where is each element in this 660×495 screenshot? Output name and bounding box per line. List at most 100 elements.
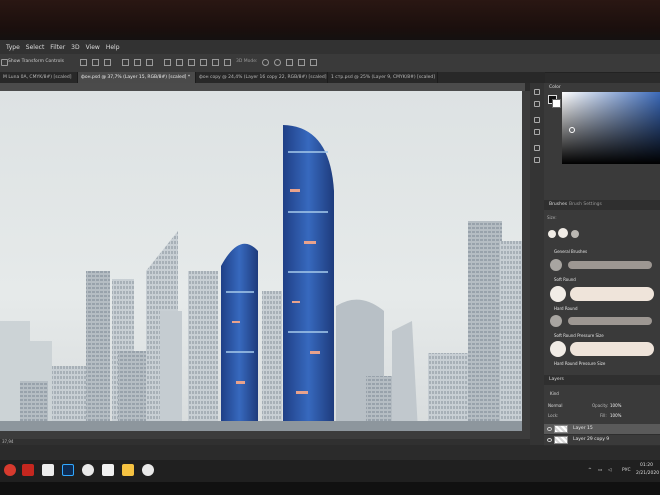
properties-icon[interactable]	[534, 101, 540, 107]
language-indicator[interactable]: РУС	[622, 468, 631, 473]
distribute-left-icon[interactable]	[200, 59, 207, 66]
menu-3d[interactable]: 3D	[71, 44, 79, 51]
history-icon[interactable]	[534, 89, 540, 95]
background-swatch[interactable]	[552, 99, 561, 108]
lock-label: Lock:	[548, 413, 559, 418]
file-explorer-icon[interactable]	[122, 464, 134, 476]
paragraph-icon[interactable]	[534, 157, 540, 163]
horizontal-scrollbar[interactable]	[0, 431, 530, 439]
styles-icon[interactable]	[534, 129, 540, 135]
clock-date[interactable]: 2/21/2020	[636, 471, 659, 476]
windows-taskbar: ^ ▭ ◁ РУС 01:20 2/21/2020	[0, 460, 660, 482]
blend-mode-select[interactable]: Normal	[548, 403, 562, 408]
layers-panel-header: Layers	[544, 375, 660, 385]
3d-slide-icon[interactable]	[298, 59, 305, 66]
align-middle-icon[interactable]	[92, 59, 99, 66]
menu-type[interactable]: Type	[6, 44, 20, 51]
3d-rotate-icon[interactable]	[262, 59, 269, 66]
fill-label: Fill:	[600, 413, 607, 418]
visibility-eye-icon[interactable]	[547, 427, 552, 431]
align-left-icon[interactable]	[122, 59, 129, 66]
menu-select[interactable]: Select	[26, 44, 45, 51]
hard-round-pressure-tip[interactable]	[550, 341, 566, 357]
tab-fon-copy[interactable]: фон copy @ 24,4% (Layer 16 copy 22, RGB/…	[196, 72, 328, 83]
fill-value[interactable]: 100%	[610, 413, 621, 418]
adjustments-icon[interactable]	[534, 117, 540, 123]
align-right-icon[interactable]	[146, 59, 153, 66]
document-tabs: M Luna 0A, CMYK/8#) [scaled] фон.psd @ 3…	[0, 72, 545, 83]
acrobat-icon[interactable]	[22, 464, 34, 476]
brush-name-hard-round[interactable]: Hard Round	[554, 306, 578, 311]
brush-name-soft-round-pressure[interactable]: Soft Round Pressure Size	[554, 333, 604, 338]
show-transform-label[interactable]: Show Transform Controls	[8, 59, 64, 64]
brush-name-soft-round[interactable]: Soft Round	[554, 277, 576, 282]
brush-name-hard-round-pressure[interactable]: Hard Round Pressure Size	[554, 361, 605, 366]
tray-chevron-icon[interactable]: ^	[588, 468, 592, 473]
layer-row[interactable]: Layer 29 copy 9	[544, 435, 660, 446]
align-bottom-icon[interactable]	[104, 59, 111, 66]
distribute-top-icon[interactable]	[164, 59, 171, 66]
general-brushes-label[interactable]: General Brushes	[554, 249, 587, 254]
menu-bar: Type Select Filter 3D View Help	[0, 40, 660, 54]
layer-name[interactable]: Layer 29 copy 9	[573, 437, 609, 442]
clock-time[interactable]: 01:20	[640, 463, 653, 468]
color-field[interactable]	[562, 92, 660, 164]
distribute-right-icon[interactable]	[224, 59, 231, 66]
menu-view[interactable]: View	[86, 44, 100, 51]
options-bar: Show Transform Controls 3D Mode:	[0, 54, 660, 73]
document-canvas[interactable]	[0, 91, 522, 431]
3d-roll-icon[interactable]	[274, 59, 281, 66]
brush-preset-1[interactable]	[548, 230, 556, 238]
soft-round-pressure-tip[interactable]	[550, 315, 562, 327]
distribute-middle-icon[interactable]	[176, 59, 183, 66]
menu-filter[interactable]: Filter	[50, 44, 65, 51]
opacity-label: Opacity:	[592, 403, 609, 408]
brush-preset-2[interactable]	[558, 228, 568, 238]
size-label: Size:	[547, 215, 557, 220]
mail-icon[interactable]	[42, 464, 54, 476]
monitor-bezel-top	[0, 0, 660, 40]
brush-preset-3[interactable]	[571, 230, 579, 238]
brushes-panel-header: Brushes Brush Settings	[544, 200, 660, 210]
checkbox-icon[interactable]	[1, 59, 8, 66]
tab-layers[interactable]: Layers	[546, 375, 567, 385]
right-panels: Color Brushes Brush Settings Size: Gener…	[544, 83, 660, 445]
distribute-center-icon[interactable]	[212, 59, 219, 66]
tab-luna[interactable]: M Luna 0A, CMYK/8#) [scaled]	[0, 72, 78, 83]
app-icon[interactable]	[142, 464, 154, 476]
soft-round-tip[interactable]	[550, 259, 562, 271]
layer-row[interactable]: Layer 15	[544, 424, 660, 435]
screen: Type Select Filter 3D View Help Show Tra…	[0, 40, 660, 482]
vertical-scrollbar[interactable]	[522, 91, 530, 431]
city-illustration	[0, 125, 522, 431]
visibility-eye-icon[interactable]	[547, 438, 552, 442]
store-icon[interactable]	[102, 464, 114, 476]
hard-round-pressure-stroke	[570, 342, 654, 356]
align-top-icon[interactable]	[80, 59, 87, 66]
horizontal-ruler[interactable]	[0, 83, 525, 91]
soft-round-pressure-stroke	[568, 317, 652, 325]
3d-mode-label: 3D Mode:	[236, 59, 258, 64]
panel-icon-strip	[530, 83, 544, 445]
3d-scale-icon[interactable]	[310, 59, 317, 66]
3d-pan-icon[interactable]	[286, 59, 293, 66]
opacity-value[interactable]: 100%	[610, 403, 621, 408]
menu-help[interactable]: Help	[106, 44, 120, 51]
kind-filter[interactable]: Kind	[550, 391, 559, 396]
soft-round-stroke	[568, 261, 652, 269]
color-picker-cursor[interactable]	[569, 127, 575, 133]
tab-brush-settings[interactable]: Brush Settings	[566, 200, 605, 210]
hard-round-tip[interactable]	[550, 286, 566, 302]
paint-icon[interactable]	[82, 464, 94, 476]
tab-1-str[interactable]: 1 стр.psd @ 25% (Layer 9, CMYK/8#) [scal…	[328, 72, 438, 83]
network-icon[interactable]: ▭	[598, 468, 602, 473]
volume-icon[interactable]: ◁	[608, 468, 611, 473]
character-icon[interactable]	[534, 145, 540, 151]
photoshop-icon[interactable]	[62, 464, 74, 476]
chrome-icon[interactable]	[4, 464, 16, 476]
tab-fon-psd[interactable]: фон.psd @ 37,7% (Layer 15, RGB/8#) [scal…	[78, 72, 196, 83]
distribute-bottom-icon[interactable]	[188, 59, 195, 66]
layer-thumbnail	[554, 436, 568, 444]
layer-name[interactable]: Layer 15	[573, 426, 593, 431]
align-center-icon[interactable]	[134, 59, 141, 66]
